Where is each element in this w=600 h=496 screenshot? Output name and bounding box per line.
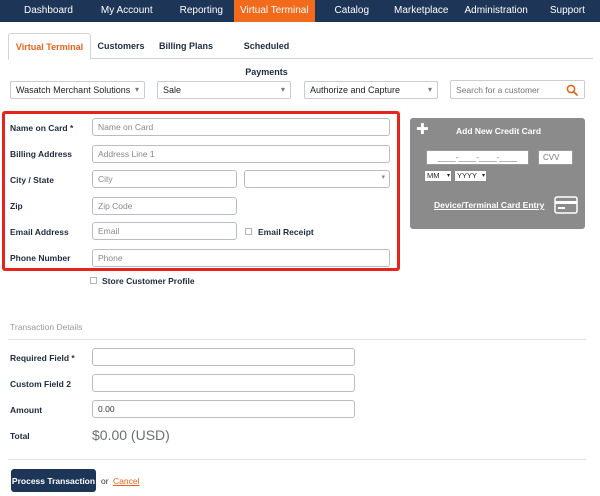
store-profile-label: Store Customer Profile <box>102 276 195 286</box>
email-input[interactable] <box>92 222 237 240</box>
expiry-month-value: MM <box>427 171 440 180</box>
chevron-down-icon: ▾ <box>280 85 285 94</box>
state-select[interactable]: ▾ <box>244 170 390 188</box>
mode-select-value: Authorize and Capture <box>310 85 401 95</box>
transaction-details-title: Transaction Details <box>10 322 83 332</box>
process-transaction-button[interactable]: Process Transaction <box>11 469 96 492</box>
device-terminal-entry-link[interactable]: Device/Terminal Card Entry <box>434 200 544 210</box>
card-number-input[interactable]: ____-____-____-____ <box>426 150 529 165</box>
cancel-link[interactable]: Cancel <box>113 476 139 486</box>
store-profile-checkbox[interactable] <box>90 277 97 284</box>
nav-support[interactable]: Support <box>538 0 595 22</box>
phone-input[interactable] <box>92 249 390 267</box>
credit-card-panel: ✚ Add New Credit Card ____-____-____-___… <box>410 118 585 229</box>
nav-catalog[interactable]: Catalog <box>315 0 389 22</box>
divider <box>8 339 586 340</box>
top-nav: Dashboard My Account Reporting Virtual T… <box>0 0 600 22</box>
expiry-year-value: YYYY <box>457 171 478 180</box>
merchant-select-value: Wasatch Merchant Solutions <box>16 85 131 95</box>
nav-marketplace[interactable]: Marketplace <box>389 0 457 22</box>
customer-search[interactable] <box>450 80 585 99</box>
nav-reporting[interactable]: Reporting <box>166 0 234 22</box>
zip-input[interactable] <box>92 197 237 215</box>
plus-icon[interactable]: ✚ <box>416 122 429 137</box>
or-text: or <box>101 476 109 486</box>
required-field-input[interactable] <box>92 348 355 366</box>
chevron-down-icon: ▾ <box>381 174 385 181</box>
total-value: $0.00 (USD) <box>92 427 170 443</box>
mode-select[interactable]: Authorize and Capture ▾ <box>304 81 438 99</box>
phone-label: Phone Number <box>10 253 71 263</box>
nav-virtual-terminal[interactable]: Virtual Terminal <box>233 0 315 22</box>
required-field-label: Required Field * <box>10 353 75 363</box>
billing-address-input[interactable] <box>92 145 390 163</box>
expiry-month-select[interactable]: MM ▾ <box>424 170 452 182</box>
email-label: Email Address <box>10 227 69 237</box>
nav-my-account[interactable]: My Account <box>95 0 166 22</box>
city-state-label: City / State <box>10 175 54 185</box>
nav-dashboard[interactable]: Dashboard <box>0 0 95 22</box>
credit-card-icon[interactable] <box>554 196 578 214</box>
email-receipt-label: Email Receipt <box>258 227 314 237</box>
sub-tabs: Virtual Terminal Customers Billing Plans… <box>8 33 593 77</box>
search-icon[interactable] <box>566 84 578 96</box>
nav-administration[interactable]: Administration <box>457 0 537 22</box>
divider <box>8 459 586 460</box>
amount-input[interactable]: 0.00 <box>92 400 355 418</box>
transaction-type-select[interactable]: Sale ▾ <box>157 81 291 99</box>
name-on-card-input[interactable] <box>92 118 390 136</box>
zip-label: Zip <box>10 201 23 211</box>
billing-address-label: Billing Address <box>10 149 73 159</box>
tab-billing-plans[interactable]: Billing Plans <box>156 33 216 59</box>
email-receipt-checkbox[interactable] <box>245 228 252 235</box>
chevron-down-icon: ▾ <box>134 85 139 94</box>
customer-search-input[interactable] <box>451 81 561 98</box>
city-input[interactable] <box>92 170 237 188</box>
tab-customers[interactable]: Customers <box>96 33 146 59</box>
amount-label: Amount <box>10 405 43 415</box>
chevron-down-icon: ▾ <box>481 173 485 179</box>
merchant-select[interactable]: Wasatch Merchant Solutions ▾ <box>10 81 145 99</box>
tab-scheduled-payments[interactable]: Scheduled Payments <box>224 33 309 77</box>
chevron-down-icon: ▾ <box>446 173 450 179</box>
custom-field-input[interactable] <box>92 374 355 392</box>
custom-field-label: Custom Field 2 <box>10 379 71 389</box>
tab-virtual-terminal[interactable]: Virtual Terminal <box>8 33 91 60</box>
chevron-down-icon: ▾ <box>427 85 432 94</box>
card-panel-title: Add New Credit Card <box>456 126 542 136</box>
transaction-type-value: Sale <box>163 85 182 95</box>
cvv-input[interactable]: CVV <box>538 150 573 165</box>
name-on-card-label: Name on Card * <box>10 123 74 133</box>
total-label: Total <box>10 431 30 441</box>
expiry-year-select[interactable]: YYYY ▾ <box>454 170 487 182</box>
